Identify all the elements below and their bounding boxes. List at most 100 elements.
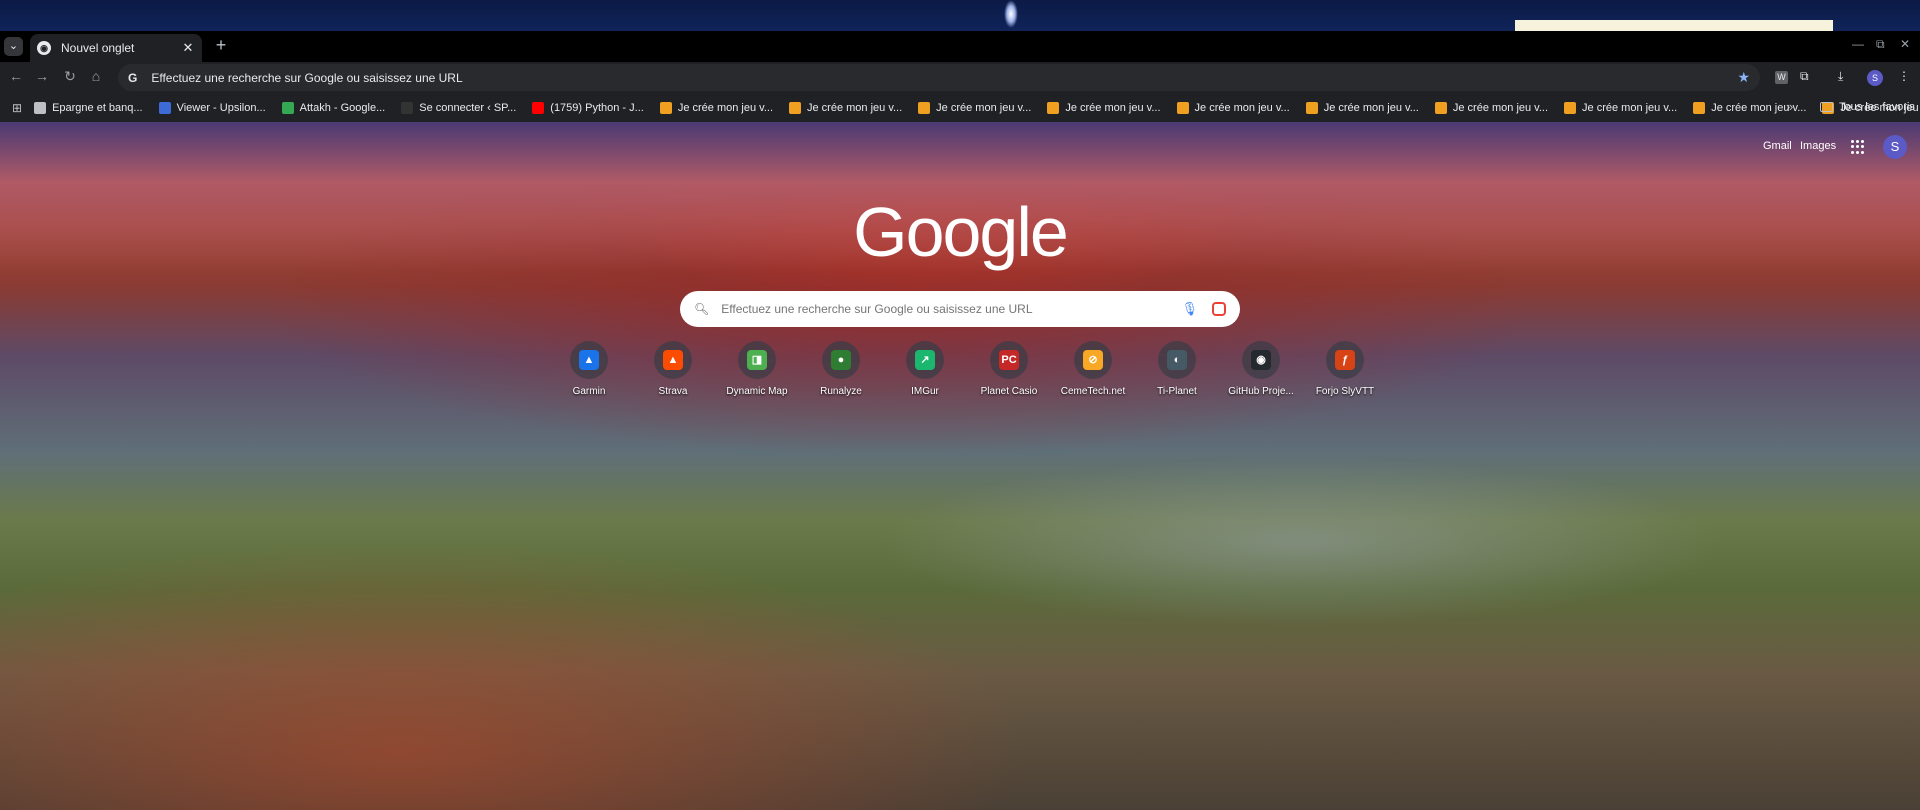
game-icon <box>1693 102 1706 114</box>
shortcut-bubble: ƒ <box>1326 341 1364 379</box>
shortcut-tile[interactable]: ⊘ CemeTech.net <box>1051 341 1135 397</box>
close-window-button[interactable]: ✕ <box>1900 37 1910 51</box>
desktop-notification-bar <box>1515 20 1833 31</box>
shortcut-bubble: ◨ <box>738 341 776 379</box>
all-bookmarks-button[interactable]: Tous les favoris <box>1820 101 1915 113</box>
planet-casio-icon: PC <box>999 350 1019 370</box>
forjo-icon: ƒ <box>1335 350 1355 370</box>
drive-icon <box>281 102 294 114</box>
downloads-icon[interactable]: ⤓ <box>1838 69 1843 84</box>
bookmark-label: Je crée mon jeu v... <box>1323 102 1419 114</box>
folder-icon <box>34 102 47 114</box>
shortcut-bubble: ◉ <box>1242 341 1280 379</box>
reload-icon[interactable]: ↻ <box>60 68 80 85</box>
tab-strip: ⌄ ◉ Nouvel onglet ✕ + — ⧉ ✕ <box>0 31 1920 62</box>
minimize-button[interactable]: — <box>1852 37 1864 51</box>
profile-avatar-small[interactable]: S <box>1867 70 1883 86</box>
home-icon[interactable]: ⌂ <box>86 68 106 84</box>
shortcut-label: Runalyze <box>820 386 862 397</box>
bookmark-item[interactable]: Attakh - Google... <box>281 102 386 114</box>
shortcut-label: Strava <box>658 386 688 397</box>
new-tab-button[interactable]: + <box>212 35 230 56</box>
game-icon <box>1305 102 1318 114</box>
bookmark-label: Je crée mon jeu v... <box>1582 102 1678 114</box>
shortcut-label: Ti-Planet <box>1157 386 1197 397</box>
new-tab-page: Gmail Images S Google 🔍︎ 🎙︎ ▲ Garmin ▲ Stra… <box>0 122 1920 810</box>
restore-button[interactable]: ⧉ <box>1876 37 1885 52</box>
tab-close-icon[interactable]: ✕ <box>181 40 195 56</box>
shortcut-tile[interactable]: PC Planet Casio <box>967 341 1051 397</box>
shortcut-label: Planet Casio <box>980 386 1038 397</box>
google-logo: Google <box>853 193 1069 271</box>
search-input[interactable] <box>721 302 1182 316</box>
bookmark-item[interactable]: Je crée mon jeu v... <box>789 102 902 114</box>
search-icon: 🔍︎ <box>694 302 710 316</box>
extension-w-icon[interactable]: W <box>1775 71 1788 84</box>
shortcut-tile[interactable]: ● Runalyze <box>799 341 883 397</box>
bookmark-label: Attakh - Google... <box>299 102 386 114</box>
shortcut-tile[interactable]: ◨ Dynamic Map <box>715 341 799 397</box>
address-bar[interactable]: G Effectuez une recherche sur Google ou … <box>118 64 1760 91</box>
bookmark-item[interactable]: (1759) Python - J... <box>532 102 644 114</box>
shortcut-tile[interactable]: ▲ Garmin <box>547 341 631 397</box>
github-icon: ◉ <box>1251 350 1271 370</box>
browser-window: ⌄ ◉ Nouvel onglet ✕ + — ⧉ ✕ ← → ↻ ⌂ G Ef… <box>0 31 1920 810</box>
bookmark-item[interactable]: Je crée mon jeu v... <box>918 102 1031 114</box>
search-box[interactable]: 🔍︎ 🎙︎ <box>680 291 1240 327</box>
shortcut-label: Dynamic Map <box>726 386 788 397</box>
bookmark-label: Je crée mon jeu v... <box>1194 102 1290 114</box>
bookmark-item[interactable]: Je crée mon jeu v... <box>1305 102 1419 114</box>
bookmark-item[interactable]: Je crée mon jeu v... <box>1564 102 1677 114</box>
bookmark-label: Je crée mon jeu v... <box>1065 102 1161 114</box>
address-bar-text: Effectuez une recherche sur Google ou sa… <box>151 70 463 85</box>
shortcut-label: Garmin <box>572 386 606 397</box>
game-icon <box>1434 102 1447 114</box>
youtube-icon <box>532 102 545 114</box>
shortcut-bubble: ▲ <box>570 341 608 379</box>
shortcut-bubble: ● <box>822 341 860 379</box>
imgur-icon: ↗ <box>915 350 935 370</box>
game-icon <box>918 102 931 114</box>
all-bookmarks-label: Tous les favoris <box>1839 101 1915 113</box>
shortcut-label: CemeTech.net <box>1060 386 1126 397</box>
forward-icon[interactable]: → <box>32 68 52 84</box>
wordpress-icon <box>401 102 414 114</box>
shortcut-tile[interactable]: ◐ Ti-Planet <box>1135 341 1219 397</box>
bookmark-label: Je crée mon jeu v... <box>807 102 903 114</box>
desktop-light <box>1004 0 1018 28</box>
strava-icon: ▲ <box>663 350 683 370</box>
shortcut-tile[interactable]: ▲ Strava <box>631 341 715 397</box>
runalyze-icon: ● <box>831 350 851 370</box>
google-lens-icon[interactable] <box>1212 302 1226 316</box>
account-avatar[interactable]: S <box>1883 135 1907 159</box>
tab-new-tab[interactable]: ◉ Nouvel onglet ✕ <box>30 34 202 62</box>
upsilon-icon <box>158 102 171 114</box>
tab-search-button[interactable]: ⌄ <box>4 37 23 56</box>
bookmark-item[interactable]: Epargne et banq... <box>34 102 143 114</box>
bookmark-item[interactable]: Je crée mon jeu v... <box>659 102 773 114</box>
map-icon: ◨ <box>747 350 767 370</box>
shortcut-label: GitHub Proje... <box>1228 386 1294 397</box>
menu-kebab-icon[interactable]: ⋮ <box>1898 69 1910 83</box>
gmail-link[interactable]: Gmail <box>1763 140 1792 152</box>
apps-grid-icon[interactable]: ⊞ <box>12 101 22 115</box>
bookmarks-overflow-button[interactable]: » <box>1786 99 1793 114</box>
back-icon[interactable]: ← <box>6 68 26 84</box>
images-link[interactable]: Images <box>1800 140 1836 152</box>
bookmark-star-icon[interactable]: ★ <box>1737 69 1750 86</box>
bookmark-label: Je crée mon jeu v... <box>936 102 1032 114</box>
shortcut-tile[interactable]: ◉ GitHub Proje... <box>1219 341 1303 397</box>
shortcut-tile[interactable]: ↗ IMGur <box>883 341 967 397</box>
microphone-icon[interactable]: 🎙︎ <box>1181 301 1198 317</box>
bookmark-item[interactable]: Se connecter ‹ SP... <box>401 102 516 114</box>
bookmark-item[interactable]: Je crée mon jeu v... <box>1176 102 1290 114</box>
bookmark-item[interactable]: Je crée mon jeu v... <box>1047 102 1161 114</box>
shortcut-tile[interactable]: ƒ Forjo SlyVTT <box>1303 341 1387 397</box>
bookmark-item[interactable]: Je crée mon jeu v... <box>1434 102 1548 114</box>
background-valley <box>800 422 1920 672</box>
bookmark-item[interactable]: Viewer - Upsilon... <box>158 102 266 114</box>
google-apps-icon[interactable] <box>1851 140 1865 154</box>
extensions-puzzle-icon[interactable]: ⧉ <box>1800 69 1809 84</box>
bookmark-label: Se connecter ‹ SP... <box>419 102 517 114</box>
garmin-icon: ▲ <box>579 350 599 370</box>
